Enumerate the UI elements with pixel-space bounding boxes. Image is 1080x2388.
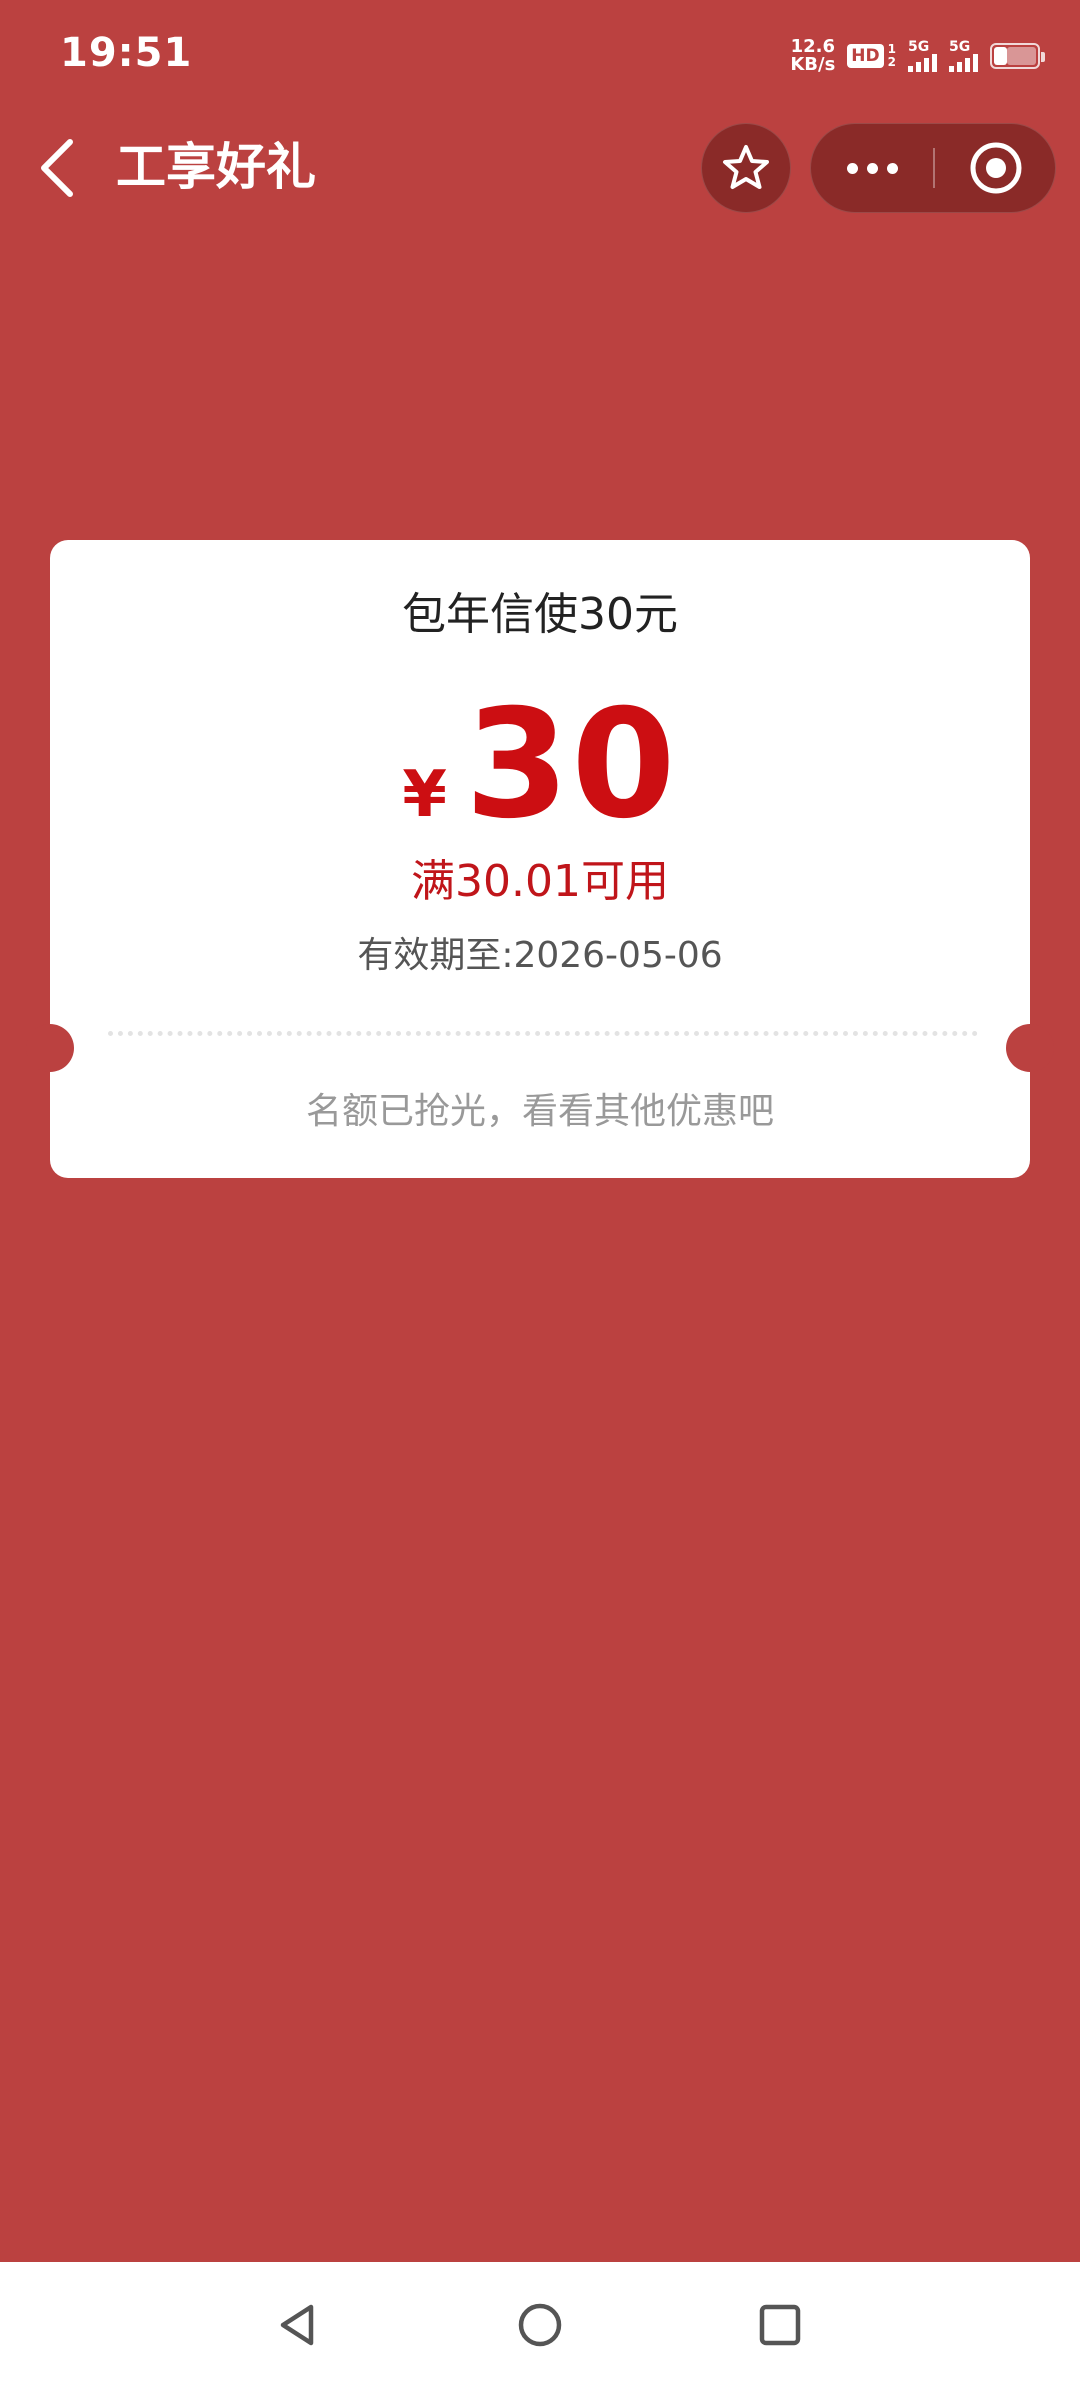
nav-home-button[interactable] — [505, 2290, 575, 2360]
nav-recent-button[interactable] — [745, 2290, 815, 2360]
back-button[interactable] — [30, 128, 90, 208]
signal-2-label: 5G — [949, 39, 971, 55]
currency-symbol: ¥ — [402, 758, 447, 832]
coupon-amount: 30 — [464, 678, 678, 852]
coupon-status: 名额已抢光，看看其他优惠吧 — [305, 1091, 774, 1132]
signal-1-label: 5G — [908, 39, 930, 55]
hd-sim-indicator: 1 2 — [888, 43, 896, 69]
status-bar: 19:51 12.6 KB/s HD 1 2 5G 5G — [0, 0, 1080, 115]
coupon-card: 包年信使30元 ¥ 30 满30.01可用 有效期至:2026-05-06 名额… — [26, 540, 1054, 1178]
network-speed: 12.6 KB/s — [790, 38, 835, 74]
coupon-validity: 有效期至:2026-05-06 — [357, 935, 723, 976]
nav-back-button[interactable] — [264, 2290, 334, 2360]
network-speed-unit: KB/s — [790, 54, 836, 75]
capsule-menu — [810, 123, 1056, 213]
battery-level — [994, 47, 1007, 65]
more-dots-icon — [846, 162, 858, 174]
hd-icon: HD — [847, 44, 884, 68]
coupon-amount-row: ¥ 30 — [50, 690, 1030, 840]
coupon-condition: 满30.01可用 — [411, 856, 669, 907]
battery-icon — [990, 43, 1045, 69]
close-miniprogram-button[interactable] — [935, 124, 1057, 212]
hd-sim-bottom: 2 — [887, 55, 896, 69]
status-time: 19:51 — [60, 30, 193, 76]
signal-icon-1: 5G — [908, 40, 937, 72]
chevron-left-icon — [41, 139, 73, 197]
more-button[interactable] — [811, 124, 933, 212]
coupon-title: 包年信使30元 — [402, 589, 678, 640]
signal-icon-2: 5G — [949, 40, 978, 72]
star-icon — [723, 145, 769, 189]
favorite-button[interactable] — [701, 123, 791, 213]
target-icon — [970, 142, 1022, 194]
status-icons: 12.6 KB/s HD 1 2 5G 5G — [790, 38, 1045, 74]
page-title: 工享好礼 — [116, 138, 316, 196]
square-recent-icon — [759, 2304, 801, 2346]
card-divider — [108, 1031, 978, 1036]
triangle-back-icon — [280, 2304, 314, 2346]
card-notch-right — [1006, 1024, 1054, 1072]
card-notch-left — [26, 1024, 74, 1072]
circle-home-icon — [518, 2303, 562, 2347]
system-nav-bar — [0, 2262, 1080, 2388]
